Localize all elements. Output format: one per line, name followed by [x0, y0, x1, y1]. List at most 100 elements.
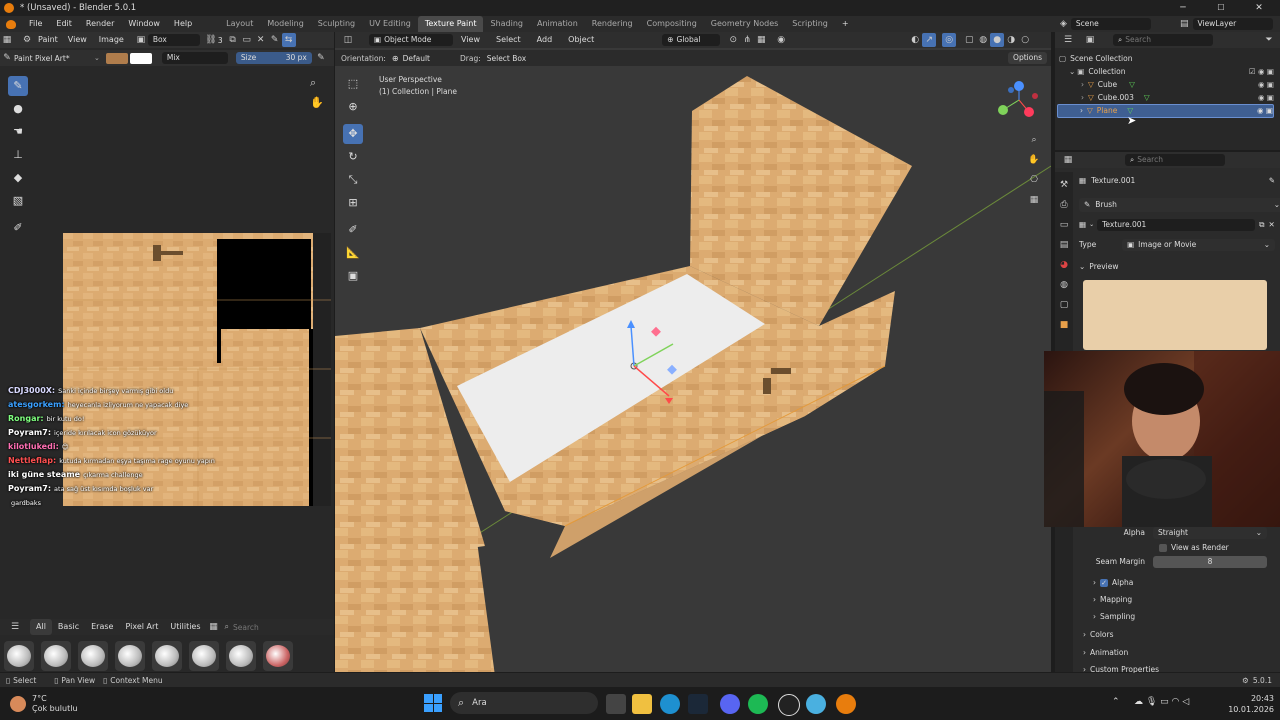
scene-selector[interactable]: ◈ Scene	[1060, 18, 1151, 30]
rendered-shading-icon[interactable]: ○	[1018, 33, 1032, 47]
menu-item[interactable]: File	[22, 16, 49, 32]
view-layer-tab-icon[interactable]: ▤	[1057, 238, 1071, 252]
brush-preview[interactable]	[4, 641, 34, 671]
view-as-render-checkbox[interactable]	[1159, 544, 1167, 552]
collection-row[interactable]: ⌄ ▣ Collection ☑ ◉ ▣	[1069, 65, 1274, 79]
open-image-icon[interactable]: ▭	[240, 33, 254, 47]
spotify-icon[interactable]	[748, 694, 768, 714]
alpha-checkbox[interactable]: ✓	[1100, 579, 1108, 587]
navigation-gizmo[interactable]	[991, 76, 1047, 136]
view-as-render-row[interactable]: View as Render	[1159, 541, 1229, 555]
collection-tab-icon[interactable]: ▢	[1057, 298, 1071, 312]
transform-tool-icon[interactable]: ⊞	[343, 193, 363, 213]
discord-icon[interactable]	[720, 694, 740, 714]
tool-tab-icon[interactable]: ⚒	[1057, 178, 1071, 192]
workspace-tab[interactable]: Layout	[219, 16, 260, 32]
sampling-subpanel-header[interactable]: › Sampling	[1093, 610, 1135, 624]
workspace-tab[interactable]: Rendering	[585, 16, 640, 32]
outliner-search-input[interactable]: ⌕ Search	[1113, 34, 1213, 46]
brush-preview[interactable]	[41, 641, 71, 671]
options-menu[interactable]: Options	[1008, 52, 1047, 64]
3d-viewport[interactable]: ◫ ▣ Object Mode View Select Add Object ⊕…	[335, 32, 1051, 672]
measure-tool-icon[interactable]: 📐	[343, 243, 363, 263]
image-name-field[interactable]: Box	[147, 34, 200, 46]
brush-shelf-tab[interactable]: Erase	[85, 619, 119, 635]
brush-shelf-tab[interactable]: Utilities	[164, 619, 206, 635]
outliner-item-cube-003[interactable]: › ▽ Cube.003 ▽ ◉ ▣	[1081, 91, 1274, 105]
output-tab-icon[interactable]: ▭	[1057, 218, 1071, 232]
workspace-tab[interactable]: Scripting	[785, 16, 835, 32]
visibility-eye-icon[interactable]: ◉ ▣	[1257, 104, 1273, 118]
pivot-icon[interactable]: ⊙	[726, 33, 740, 47]
task-view-icon[interactable]	[606, 694, 626, 714]
colors-panel-header[interactable]: › Colors	[1083, 628, 1114, 642]
annotate-tool-icon[interactable]: ✐	[8, 218, 28, 238]
pin-icon[interactable]: ✎	[1269, 174, 1275, 188]
windows-start-icon[interactable]	[424, 694, 442, 712]
editor-type-icon[interactable]: ▦	[0, 33, 14, 47]
transform-orientation-select[interactable]: ⊕ Global	[662, 34, 721, 46]
draw-tool-icon[interactable]: ✎	[8, 76, 28, 96]
workspace-tab[interactable]: Modeling	[260, 16, 310, 32]
brush-shelf-tab[interactable]: Basic	[52, 619, 85, 635]
workspace-tab[interactable]: Sculpting	[311, 16, 362, 32]
outliner-item-plane[interactable]: › ▽ Plane ▽ ◉ ▣	[1057, 104, 1274, 118]
xray-icon[interactable]: ▢	[962, 33, 976, 47]
workspace-tab[interactable]: Shading	[483, 16, 530, 32]
chevron-right-icon[interactable]: ›	[1081, 78, 1084, 92]
unreal-engine-icon[interactable]	[778, 694, 800, 716]
view-menu[interactable]: View	[453, 32, 488, 48]
workspace-tab[interactable]: Compositing	[640, 16, 704, 32]
paint-mode-menu[interactable]: Paint	[34, 32, 62, 48]
overlay-toggle-icon[interactable]: ◎	[942, 33, 957, 47]
pan-hand-icon[interactable]: ✋	[310, 96, 324, 109]
properties-search-input[interactable]: ⌕ Search	[1125, 154, 1225, 166]
duplicate-icon[interactable]: ⧉	[226, 33, 240, 47]
texture-type-select[interactable]: ▣ Image or Movie ⌄	[1122, 239, 1275, 251]
image-menu[interactable]: Image	[93, 32, 130, 48]
mask-tool-icon[interactable]: ▧	[8, 191, 28, 211]
viewport-scene[interactable]	[335, 66, 1051, 672]
proportional-edit-icon[interactable]: ◉	[774, 33, 788, 47]
sync-icon[interactable]: ⇆	[281, 33, 296, 47]
brush-texture-select[interactable]: ✎ Brush ⌄	[1079, 198, 1280, 212]
menu-item[interactable]: Render	[79, 16, 121, 32]
select-box-tool-icon[interactable]: ⬚	[343, 74, 363, 94]
display-mode-icon[interactable]: ▣	[1083, 33, 1097, 47]
camera-icon[interactable]: ⎔	[1027, 170, 1041, 190]
chevron-down-icon[interactable]: ⌄	[1089, 218, 1094, 232]
filter-icon[interactable]: ⏷	[1262, 33, 1276, 47]
chevron-down-icon[interactable]: ⌄	[1069, 65, 1075, 79]
secondary-color-swatch[interactable]	[129, 52, 152, 64]
file-explorer-icon[interactable]	[632, 694, 652, 714]
unlink-icon[interactable]: ✕	[254, 33, 268, 47]
mapping-subpanel-header[interactable]: › Mapping	[1093, 593, 1132, 607]
brush-preview[interactable]	[189, 641, 219, 671]
fake-user-icon[interactable]: ⛓	[204, 33, 218, 47]
orientation-select[interactable]: ⊕ Default	[392, 54, 430, 63]
viewlayer-selector[interactable]: ▤ ViewLayer	[1180, 18, 1273, 30]
scale-tool-icon[interactable]: ⤡	[343, 170, 363, 190]
outliner-item-cube[interactable]: › ▽ Cube ▽ ◉ ▣	[1081, 78, 1274, 92]
scene-name-field[interactable]: Scene	[1070, 18, 1151, 30]
brush-preview[interactable]	[115, 641, 145, 671]
brush-preview[interactable]	[152, 641, 182, 671]
add-cube-tool-icon[interactable]: ▣	[343, 266, 363, 286]
rotate-tool-icon[interactable]: ↻	[343, 147, 363, 167]
workspace-tab[interactable]: Geometry Nodes	[704, 16, 785, 32]
material-shading-icon[interactable]: ◑	[1004, 33, 1018, 47]
cursor-tool-icon[interactable]: ⊕	[343, 97, 363, 117]
alpha-subpanel-header[interactable]: › ✓ Alpha	[1093, 576, 1133, 590]
tray-chevron-icon[interactable]: ⌃	[1112, 697, 1120, 707]
fill-tool-icon[interactable]: ◆	[8, 168, 28, 188]
brush-preview[interactable]	[263, 641, 293, 671]
alpha-mode-select[interactable]: Straight ⌄	[1153, 527, 1267, 539]
zoom-icon[interactable]: ⌕	[310, 76, 316, 90]
scene-collection-row[interactable]: ▢ Scene Collection	[1059, 52, 1132, 66]
pan-hand-icon[interactable]: ✋	[1027, 150, 1041, 170]
blender-menu-icon[interactable]	[6, 19, 16, 29]
brush-preview[interactable]	[226, 641, 256, 671]
brush-preview[interactable]	[78, 641, 108, 671]
add-workspace-button[interactable]: +	[835, 16, 856, 32]
move-tool-icon[interactable]: ✥	[343, 124, 363, 144]
